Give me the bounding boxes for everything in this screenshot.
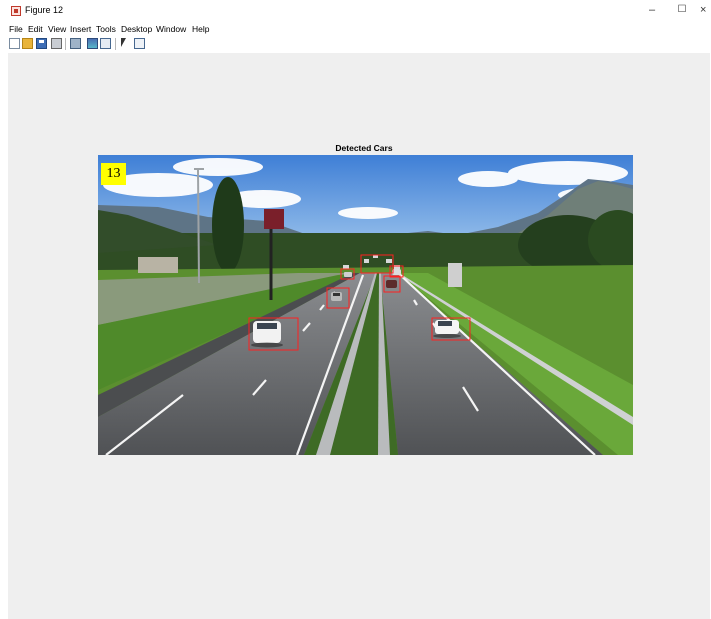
car-far-left — [344, 272, 352, 277]
title-bar: Figure 12 – ☐ × — [0, 0, 711, 22]
menu-edit[interactable]: Edit — [28, 23, 43, 35]
menu-help[interactable]: Help — [192, 23, 209, 35]
window-title: Figure 12 — [25, 5, 64, 15]
menu-tools[interactable]: Tools — [96, 23, 116, 35]
tall-tree — [212, 177, 244, 273]
maximize-button[interactable]: ☐ — [673, 2, 691, 18]
open-file-icon[interactable] — [22, 38, 33, 49]
minimize-button[interactable]: – — [643, 2, 661, 18]
menu-insert[interactable]: Insert — [70, 23, 91, 35]
link-plot-icon[interactable] — [70, 38, 81, 49]
insert-legend-icon[interactable] — [100, 38, 111, 49]
new-figure-icon[interactable] — [9, 38, 20, 49]
figure-toolbar — [0, 36, 711, 52]
menu-window[interactable]: Window — [156, 23, 186, 35]
car-mid-left — [331, 292, 342, 301]
menu-desktop[interactable]: Desktop — [121, 23, 152, 35]
print-icon[interactable] — [51, 38, 62, 49]
lamp-post — [197, 169, 200, 284]
image-axes[interactable]: 13 — [98, 155, 633, 455]
car-large-left — [251, 321, 283, 348]
highway-scene-image — [98, 155, 633, 455]
roadside-building — [448, 263, 462, 287]
figure-window: Figure 12 – ☐ × File Edit View Insert To… — [0, 0, 711, 619]
road-sign — [264, 209, 284, 229]
axes-title: Detected Cars — [335, 143, 393, 153]
car-right-mid — [386, 280, 397, 288]
toolbar-separator — [65, 38, 66, 50]
close-button[interactable]: × — [700, 2, 711, 18]
show-plot-tools-icon[interactable] — [134, 38, 145, 49]
frame-count-label: 13 — [101, 163, 126, 185]
car-right-lane — [433, 320, 461, 338]
insert-colorbar-icon[interactable] — [87, 38, 98, 49]
menu-view[interactable]: View — [48, 23, 66, 35]
edit-plot-pointer-icon[interactable] — [120, 38, 129, 49]
save-icon[interactable] — [36, 38, 47, 49]
toolbar-separator — [115, 38, 116, 50]
menu-file[interactable]: File — [9, 23, 23, 35]
matlab-figure-icon — [11, 6, 21, 16]
